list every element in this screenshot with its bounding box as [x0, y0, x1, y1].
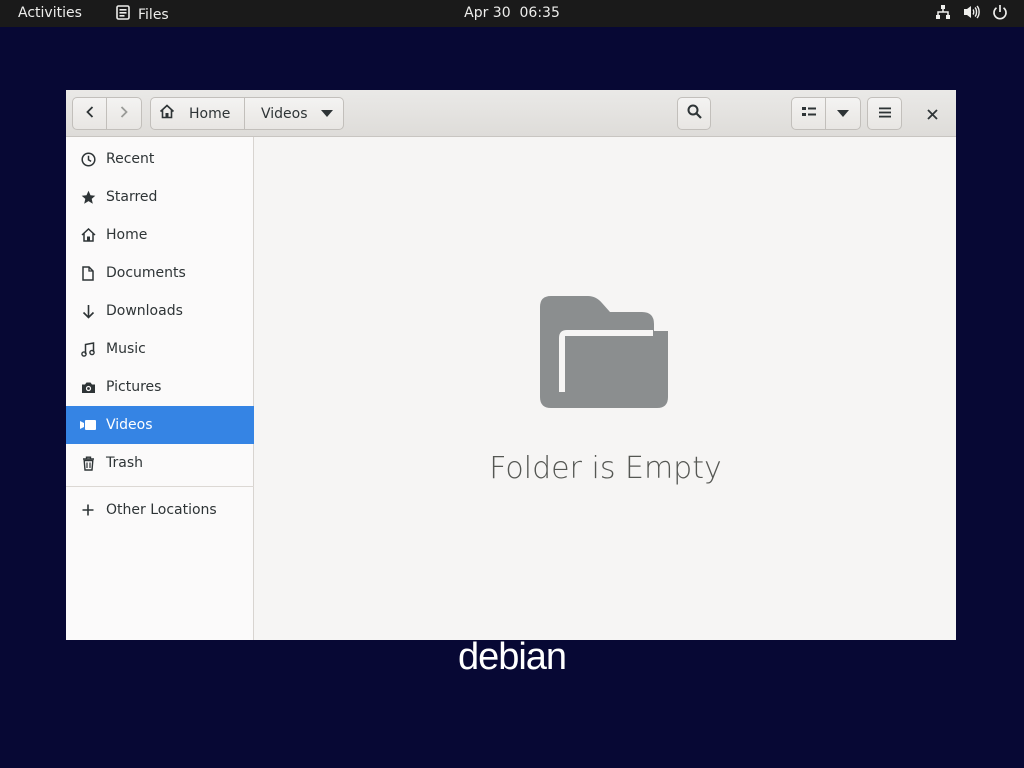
view-options-button[interactable]	[826, 97, 861, 130]
list-view-icon	[801, 106, 816, 122]
files-window: Home Videos Recent Starred Home Document…	[66, 90, 956, 640]
forward-button[interactable]	[107, 97, 142, 130]
chevron-left-icon	[84, 105, 96, 123]
sidebar-item-label: Other Locations	[106, 502, 217, 518]
system-status-area[interactable]	[935, 4, 1008, 20]
caret-down-icon	[321, 106, 333, 122]
history-buttons	[72, 97, 142, 130]
home-icon	[159, 104, 175, 123]
menu-button[interactable]	[867, 97, 902, 130]
sidebar-item-recent[interactable]: Recent	[66, 140, 254, 178]
sidebar-item-music[interactable]: Music	[66, 330, 254, 368]
home-icon	[80, 227, 96, 243]
volume-icon	[963, 4, 980, 20]
music-note-icon	[80, 341, 96, 357]
sidebar-item-label: Starred	[106, 189, 158, 205]
trash-icon	[80, 455, 96, 471]
files-app-icon	[116, 5, 130, 24]
power-icon	[992, 4, 1008, 20]
top-bar: Activities Files Apr 30 06:35	[0, 0, 1024, 27]
star-icon	[80, 189, 96, 205]
sidebar-item-home[interactable]: Home	[66, 216, 254, 254]
file-view[interactable]: Folder is Empty	[255, 137, 956, 640]
sidebar-item-starred[interactable]: Starred	[66, 178, 254, 216]
sidebar: Recent Starred Home Documents Downloads …	[66, 137, 254, 640]
sidebar-divider	[66, 486, 254, 487]
app-menu-button[interactable]: Files	[116, 5, 169, 24]
view-toggle-button[interactable]	[791, 97, 826, 130]
header-bar: Home Videos	[66, 90, 956, 137]
debian-logo: debian	[457, 636, 567, 678]
clock-date: Apr 30	[464, 5, 511, 21]
sidebar-item-label: Downloads	[106, 303, 183, 319]
chevron-right-icon	[118, 105, 130, 123]
caret-down-icon	[837, 106, 849, 122]
search-icon	[687, 104, 702, 123]
empty-folder-message: Folder is Empty	[489, 451, 722, 486]
clock-icon	[80, 151, 96, 167]
download-arrow-icon	[80, 303, 96, 319]
path-videos-button[interactable]: Videos	[245, 97, 344, 130]
sidebar-item-pictures[interactable]: Pictures	[66, 368, 254, 406]
video-icon	[80, 417, 96, 433]
sidebar-item-label: Pictures	[106, 379, 162, 395]
path-bar: Home Videos	[150, 97, 344, 130]
back-button[interactable]	[72, 97, 107, 130]
clock[interactable]: Apr 30 06:35	[464, 5, 560, 21]
close-icon	[926, 105, 938, 124]
sidebar-item-other-locations[interactable]: Other Locations	[66, 491, 254, 529]
app-name: Files	[138, 6, 169, 23]
path-home-label: Home	[189, 105, 231, 122]
sidebar-item-label: Videos	[106, 417, 153, 433]
view-controls	[791, 97, 861, 130]
clock-time: 06:35	[519, 5, 560, 21]
document-icon	[80, 265, 96, 281]
sidebar-item-label: Recent	[106, 151, 155, 167]
sidebar-item-videos[interactable]: Videos	[66, 406, 254, 444]
network-icon	[935, 4, 951, 20]
camera-icon	[80, 379, 96, 395]
sidebar-item-trash[interactable]: Trash	[66, 444, 254, 482]
search-button[interactable]	[677, 97, 711, 130]
sidebar-item-label: Trash	[106, 455, 143, 471]
hamburger-icon	[878, 106, 891, 122]
close-button[interactable]	[917, 99, 947, 129]
sidebar-item-downloads[interactable]: Downloads	[66, 292, 254, 330]
sidebar-item-label: Home	[106, 227, 148, 243]
activities-button[interactable]: Activities	[18, 5, 82, 21]
sidebar-item-label: Music	[106, 341, 146, 357]
sidebar-item-label: Documents	[106, 265, 186, 281]
path-videos-label: Videos	[261, 105, 308, 122]
sidebar-item-documents[interactable]: Documents	[66, 254, 254, 292]
path-home-button[interactable]: Home	[150, 97, 245, 130]
folder-icon	[540, 295, 670, 413]
plus-icon	[80, 502, 96, 518]
